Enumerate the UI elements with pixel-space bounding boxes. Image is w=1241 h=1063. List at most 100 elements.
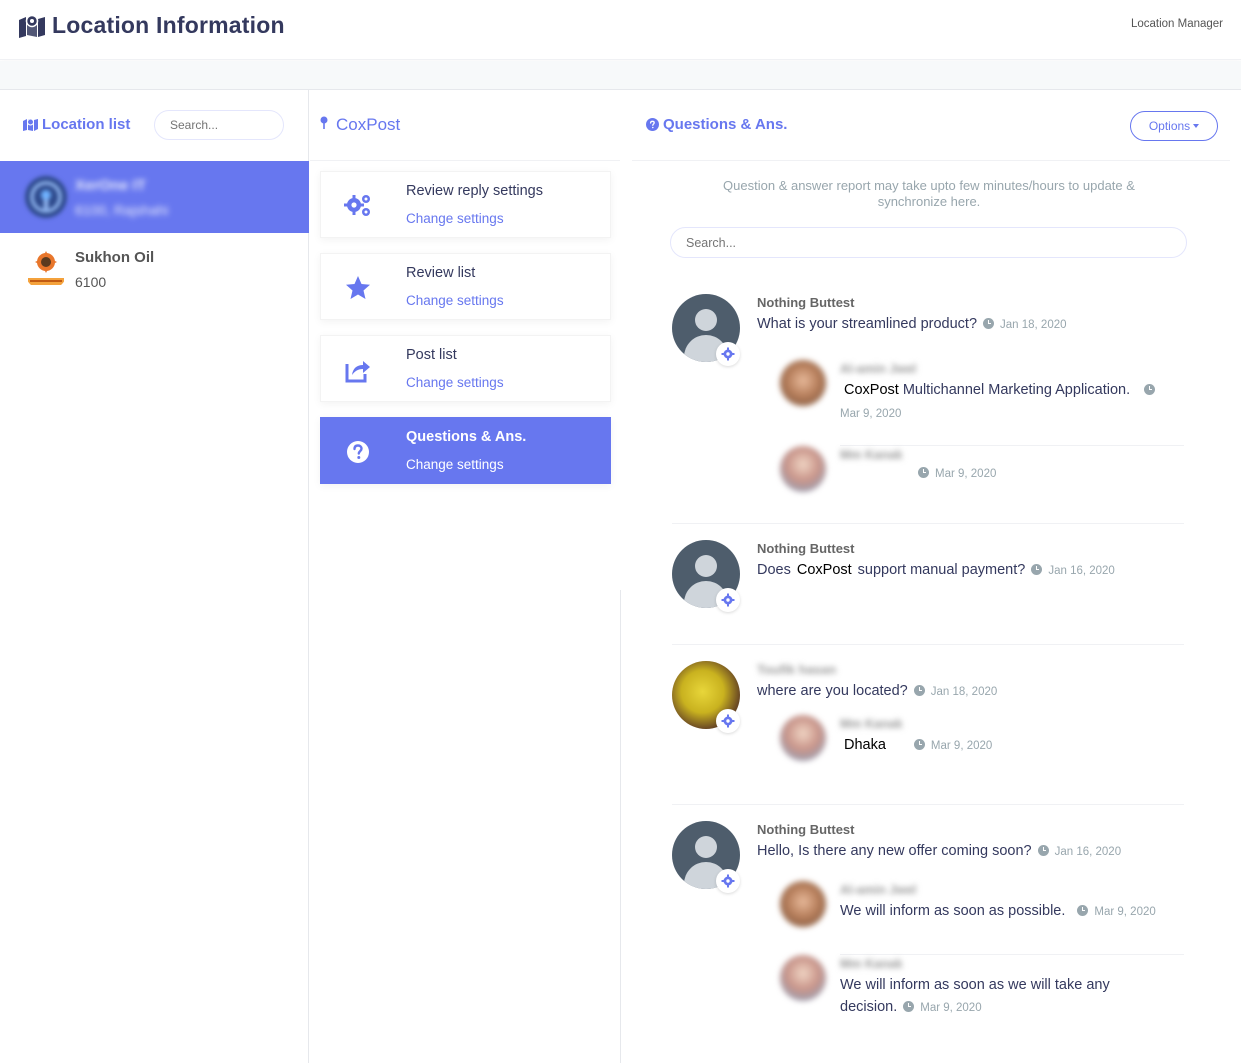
questions-heading: Questions & Ans. (646, 116, 787, 133)
question-divider (672, 523, 1184, 524)
clock-icon (1037, 845, 1049, 856)
question-body: Hello, Is there any new offer coming soo… (757, 843, 1032, 859)
location-name: XerOne IT (75, 177, 146, 194)
location-manager-link[interactable]: Location Manager (1131, 18, 1223, 30)
answer-author: Mm Kanak (840, 717, 903, 731)
answer-author: Al-amin Jwel (840, 883, 917, 897)
answer-body-line1: We will inform as soon as we will take a… (840, 977, 1110, 993)
question-body-end: support manual payment? (857, 562, 1026, 578)
location-list-panel: Location list XerOne IT 6100, Rajshahi S… (0, 90, 309, 1063)
answer-date: Mar 9, 2020 (1094, 906, 1156, 918)
question-date: Jan 16, 2020 (1054, 846, 1122, 858)
location-logo-icon (28, 251, 64, 285)
pin-icon (320, 116, 328, 129)
answer-text: CoxPost Multichannel Marketing Applicatio… (840, 382, 1156, 398)
question-text: where are you located? Jan 18, 2020 (757, 683, 997, 699)
questions-panel: Questions & Ans. Options Question & answ… (632, 90, 1232, 1063)
question-body: where are you located? (757, 683, 908, 699)
clock-icon (903, 1001, 915, 1012)
question-author: Toufik hasan (757, 662, 837, 677)
question-date: Jan 18, 2020 (1000, 319, 1067, 331)
gears-icon (344, 195, 370, 216)
answer-text: We will inform as soon as we will take a… (840, 977, 1110, 993)
brand-name: Dhaka (844, 737, 886, 753)
selected-location-name: CoxPost (336, 115, 401, 134)
gear-icon[interactable] (716, 869, 740, 893)
map-marker-icon (19, 14, 45, 38)
answer-text-line2: decision. Mar 9, 2020 (840, 999, 982, 1015)
answer-avatar (780, 881, 826, 927)
sync-notice: Question & answer report may take upto f… (723, 178, 1135, 209)
answer-author: Al-amin Jwel (840, 362, 917, 376)
question-text: What is your streamlined product? Jan 18,… (757, 316, 1067, 332)
question-circle-icon (646, 118, 659, 131)
divider (632, 160, 1230, 161)
answer-date: Mar 9, 2020 (930, 740, 993, 752)
question-author: Nothing Buttest (757, 822, 855, 837)
questions-title: Questions & Ans. (663, 116, 788, 133)
gear-icon[interactable] (716, 709, 740, 733)
location-item-xerone[interactable]: XerOne IT 6100, Rajshahi (0, 161, 309, 233)
answer-body: We will inform as soon as possible. (840, 903, 1066, 919)
selected-location-heading: CoxPost (320, 115, 400, 135)
location-name: Sukhon Oil (75, 249, 155, 266)
answer-date: Mar 9, 2020 (920, 1002, 982, 1014)
change-settings-link[interactable]: Change settings (406, 457, 504, 472)
questions-ans-card[interactable]: Questions & Ans. Change settings (320, 417, 611, 484)
location-search-input[interactable] (154, 110, 284, 140)
options-dropdown-button[interactable]: Options (1130, 111, 1218, 141)
card-title: Post list (406, 347, 457, 363)
page-title: Location Information (52, 12, 285, 38)
question-text: Hello, Is there any new offer coming soo… (757, 843, 1121, 859)
location-logo-icon (25, 176, 67, 218)
share-icon (345, 361, 370, 383)
question-divider (672, 804, 1184, 805)
answer-body-line2: decision. (840, 999, 898, 1015)
question-body-start: Does (757, 562, 791, 578)
question-author: Nothing Buttest (757, 295, 855, 310)
gear-icon[interactable] (716, 588, 740, 612)
clock-icon (918, 467, 929, 478)
question-divider (672, 644, 1184, 645)
star-icon (346, 276, 370, 299)
column-divider (620, 590, 621, 1063)
review-list-card[interactable]: Review list Change settings (320, 253, 611, 320)
change-settings-link[interactable]: Change settings (406, 375, 504, 390)
settings-panel: CoxPost Review reply settings Change set… (310, 90, 620, 1063)
clock-icon (1031, 564, 1043, 575)
answer-date-row: Mar 9, 2020 (918, 467, 996, 480)
card-title: Review list (406, 265, 476, 281)
clock-icon (1144, 384, 1156, 395)
question-text: Does CoxPost support manual payment? Jan 16… (757, 562, 1115, 578)
answer-author: Mm Kanak (840, 957, 903, 971)
clock-icon (913, 685, 925, 696)
answer-body: Multichannel Marketing Application. (902, 382, 1131, 398)
card-title: Questions & Ans. (406, 429, 527, 445)
brand-name: CoxPost (844, 382, 899, 398)
review-reply-settings-card[interactable]: Review reply settings Change settings (320, 171, 611, 238)
change-settings-link[interactable]: Change settings (406, 211, 504, 226)
divider (310, 160, 620, 161)
map-icon (23, 118, 38, 131)
question-date: Jan 18, 2020 (930, 686, 998, 698)
location-item-sukhon-oil[interactable]: Sukhon Oil 6100 (0, 233, 309, 305)
location-list-title: Location list (42, 116, 131, 133)
top-bar: Location Information Location Manager (0, 0, 1241, 60)
answer-avatar (780, 955, 826, 1001)
change-settings-link[interactable]: Change settings (406, 293, 504, 308)
location-address: 6100 (75, 274, 107, 290)
answer-avatar (780, 715, 826, 761)
answer-author: Mm Kanak (840, 448, 903, 462)
answer-date: Mar 9, 2020 (935, 468, 997, 480)
location-list-heading: Location list (23, 116, 130, 133)
answer-divider (840, 445, 1184, 446)
brand-name: CoxPost (796, 562, 852, 578)
question-date: Jan 16, 2020 (1048, 565, 1115, 577)
options-label: Options (1148, 119, 1191, 133)
answer-date: Mar 9, 2020 (840, 408, 902, 420)
gear-icon[interactable] (716, 342, 740, 366)
post-list-card[interactable]: Post list Change settings (320, 335, 611, 402)
card-title: Review reply settings (406, 183, 543, 199)
clock-icon (913, 739, 925, 750)
questions-search-input[interactable] (670, 227, 1187, 258)
